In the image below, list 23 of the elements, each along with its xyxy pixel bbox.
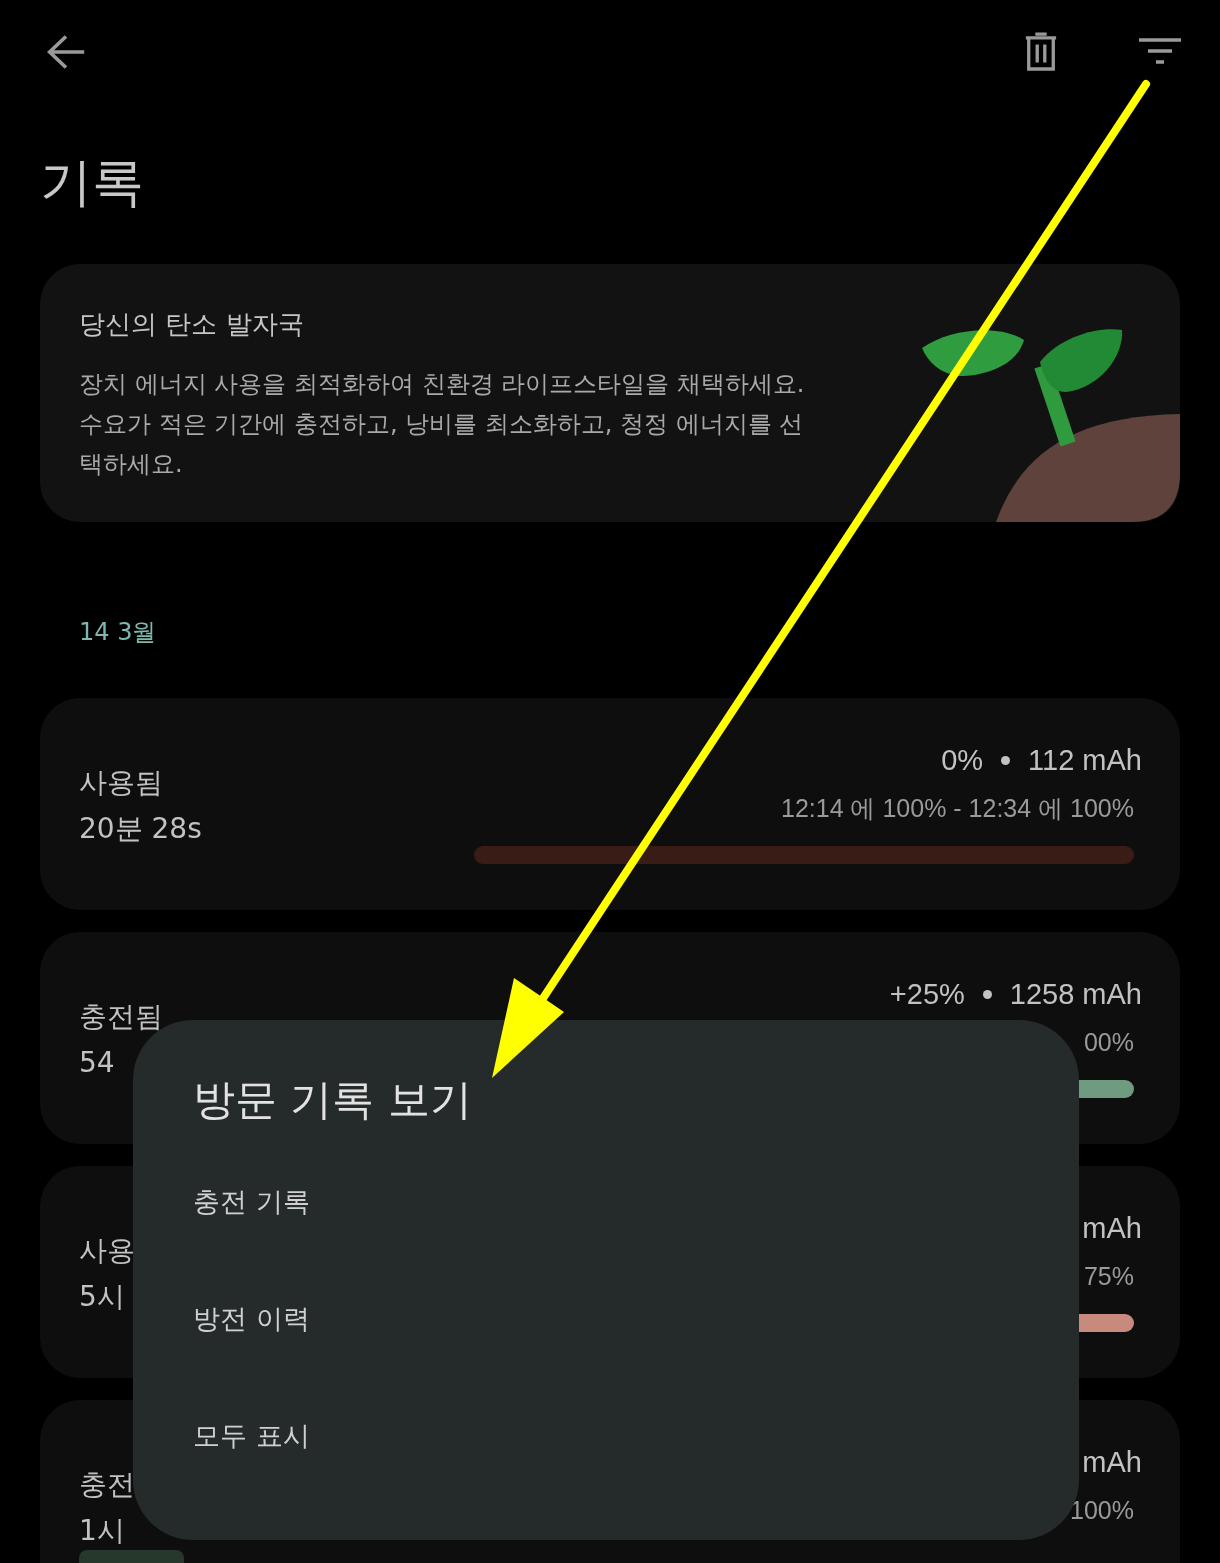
- session-type: 충전됨: [79, 999, 163, 1035]
- battery-capacity: 1258 mAh: [1009, 977, 1142, 1012]
- session-duration: 54: [79, 1045, 116, 1081]
- session-duration: 5시: [79, 1279, 126, 1315]
- session-type: 충전: [79, 1467, 135, 1503]
- battery-change: +25%: [889, 977, 965, 1012]
- session-type: 사용됨: [79, 765, 164, 801]
- card-title: 당신의 탄소 발자국: [79, 308, 305, 341]
- session-duration: 20분 28s: [79, 811, 202, 847]
- battery-capacity: 112 mAh: [1028, 743, 1142, 778]
- time-range: 12:14 에 100% - 12:34 에 100%: [781, 793, 1135, 824]
- battery-capacity: mAh: [1082, 1211, 1142, 1246]
- time-range: 100%: [1070, 1495, 1135, 1526]
- battery-capacity: mAh: [1082, 1445, 1142, 1480]
- date-header: 14 3월: [79, 617, 158, 648]
- battery-change: 0%: [941, 743, 984, 778]
- page-title: 기록: [40, 151, 145, 214]
- session-type: 사용: [79, 1233, 135, 1269]
- time-range: 00%: [1083, 1027, 1135, 1058]
- card-description: 장치 에너지 사용을 최적화하여 친환경 라이프스타일을 채택하세요.수요가 적은 기간에 충전하고, 낭비를 최소화하고, 청정 에너지를 선택하세요.: [79, 369, 806, 480]
- dialog-title: 방문 기록 보기: [193, 1074, 473, 1126]
- time-range: 75%: [1083, 1261, 1135, 1292]
- session-duration: 1시: [79, 1513, 126, 1549]
